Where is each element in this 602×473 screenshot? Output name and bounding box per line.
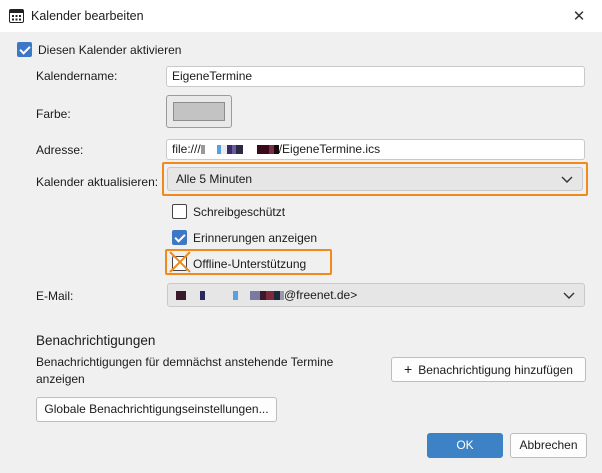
redacted-block [242,145,257,155]
address-label: Adresse: [36,143,84,157]
readonly-label: Schreibgeschützt [193,205,286,219]
color-swatch [173,102,225,121]
plus-icon: + [404,361,413,377]
refresh-label: Kalender aktualisieren: [36,175,159,189]
show-reminders-checkbox[interactable] [172,230,187,245]
email-suffix: @freenet.de> [284,288,358,302]
highlight-offline [165,249,332,275]
email-label: E-Mail: [36,289,74,303]
calendar-icon [9,9,24,23]
cancel-button[interactable]: Abbrechen [510,433,587,458]
redacted-block [186,291,200,301]
show-reminders-label: Erinnerungen anzeigen [193,231,318,245]
close-icon: ✕ [572,8,586,25]
window-title: Kalender bearbeiten [31,9,144,23]
redacted-block [235,145,243,155]
notifications-heading: Benachrichtigungen [36,333,156,348]
chevron-down-icon [563,292,575,299]
redacted-block [205,291,233,301]
redacted-block [204,145,217,155]
dialog-content: Diesen Kalender aktivieren Kalendername:… [0,32,602,473]
add-notification-label: Benachrichtigung hinzufügen [418,363,573,377]
ok-button[interactable]: OK [427,433,503,458]
redacted-block [176,291,186,301]
color-label: Farbe: [36,107,71,121]
readonly-checkbox[interactable] [172,204,187,219]
redacted-block [238,291,250,301]
notifications-description-line2: anzeigen [36,372,85,386]
close-button[interactable]: ✕ [556,0,602,32]
enable-calendar-checkbox[interactable] [17,42,32,57]
add-notification-button[interactable]: + Benachrichtigung hinzufügen [391,357,586,382]
calendar-name-input[interactable]: EigeneTermine [166,66,585,87]
color-picker-button[interactable] [166,95,232,128]
notifications-description: Benachrichtigungen für demnächst anstehe… [36,355,334,369]
redacted-block [250,291,260,301]
global-notification-settings-button[interactable]: Globale Benachrichtigungseinstellungen..… [36,397,277,422]
address-input[interactable]: file:/// /EigeneTermine.ics [166,139,585,160]
highlight-refresh [162,162,588,196]
redacted-block [266,291,274,301]
calendar-name-label: Kalendername: [36,69,118,83]
title-bar: Kalender bearbeiten ✕ [0,0,602,32]
email-select[interactable]: @freenet.de> [167,283,585,307]
enable-calendar-label: Diesen Kalender aktivieren [38,43,182,57]
address-suffix: /EigeneTermine.ics [278,142,381,156]
address-prefix: file:/// [172,142,201,156]
redacted-block [256,145,269,155]
